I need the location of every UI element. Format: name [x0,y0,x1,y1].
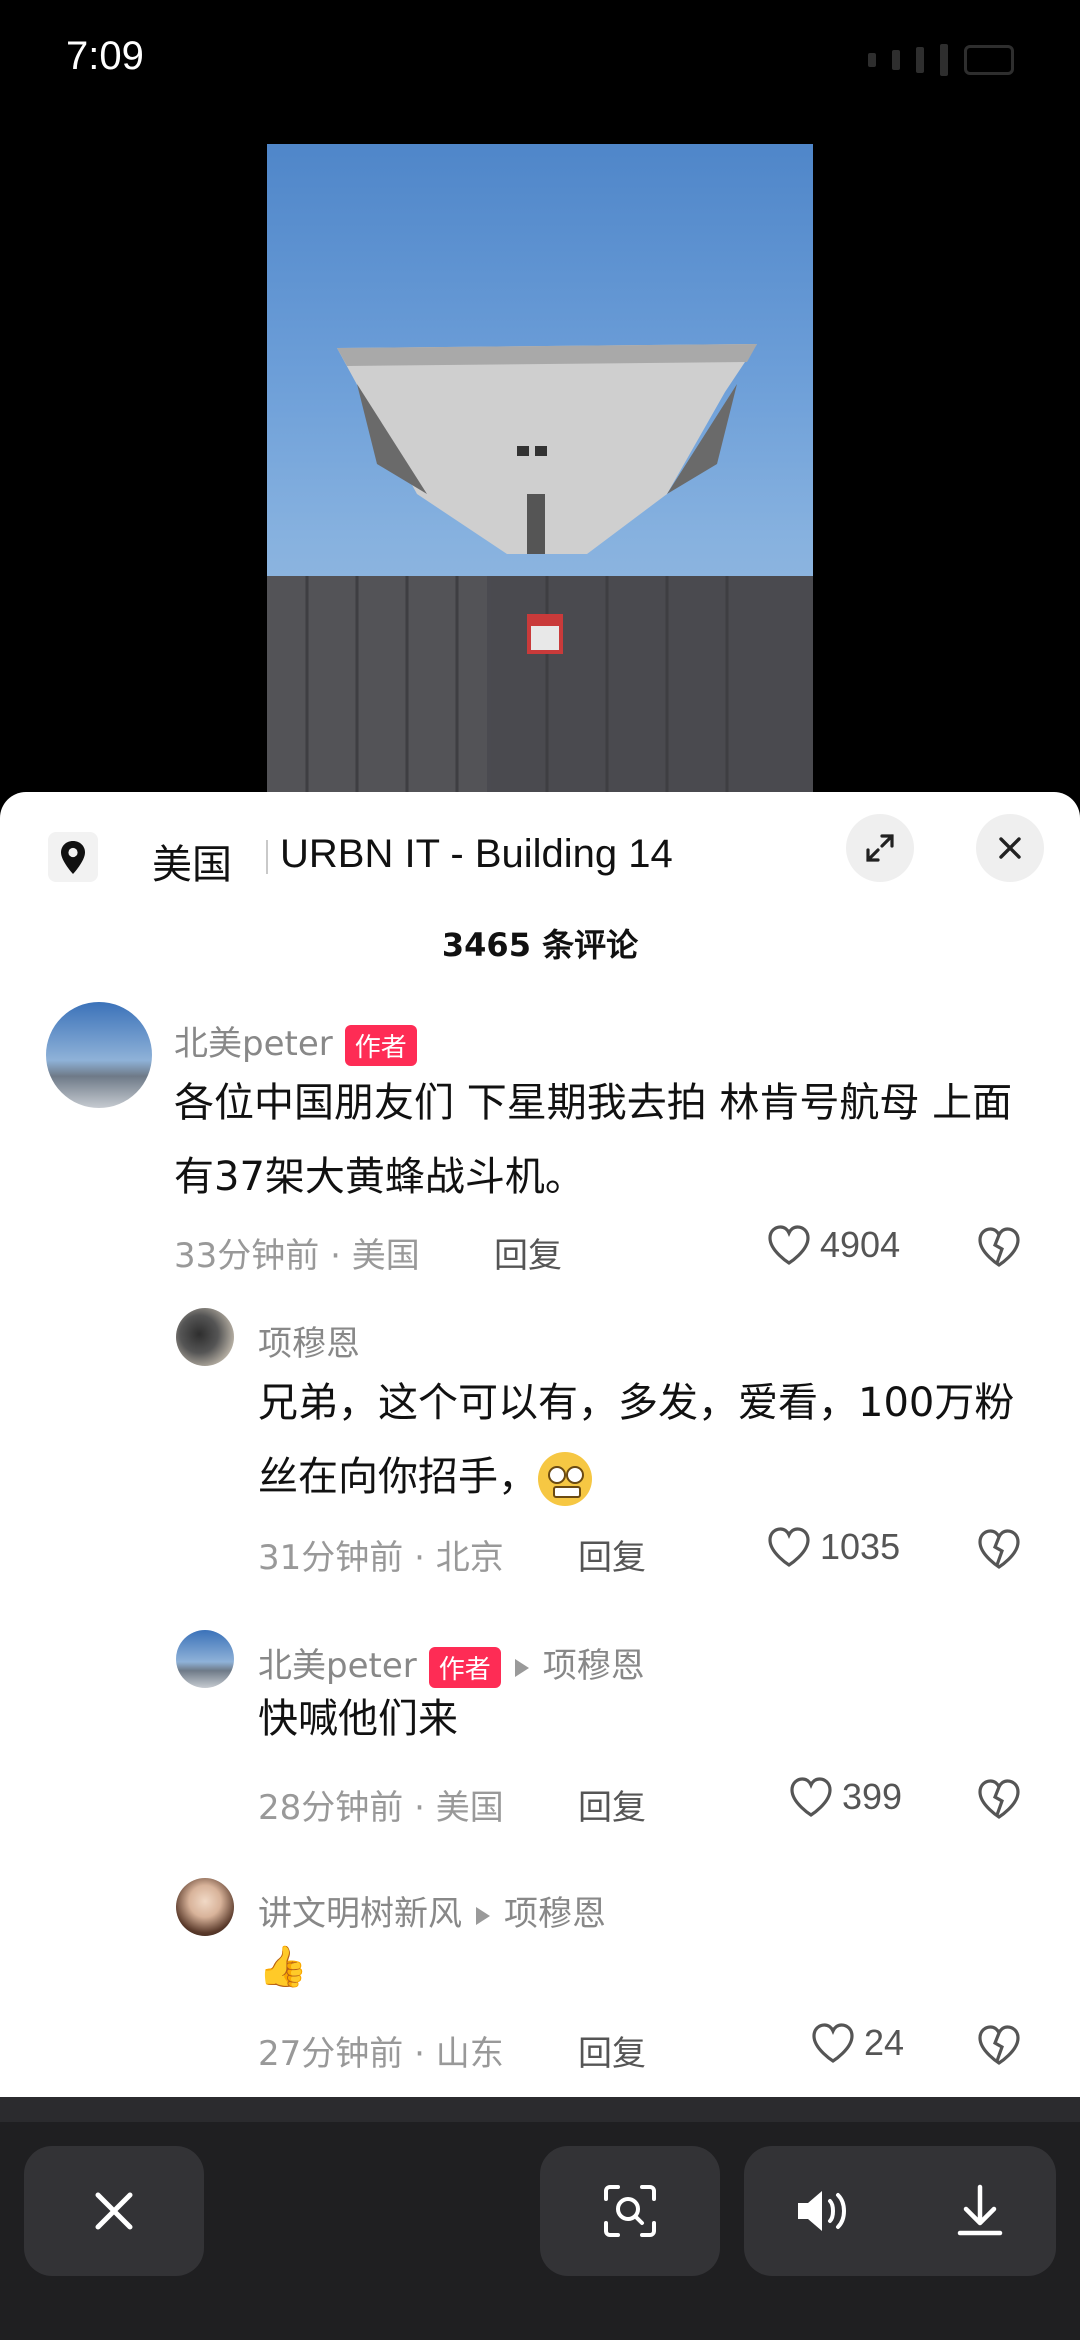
author-badge: 作者 [344,1025,417,1066]
location-country[interactable]: 美国 [152,832,232,890]
reply-button[interactable]: 回复 [578,1530,646,1579]
dislike-heart-icon[interactable] [976,1224,1022,1270]
status-time: 7:09 [66,34,144,78]
comments-sheet: 美国 URBN IT - Building 14 3465 条评论 北美pete… [0,792,1080,2122]
bottom-divider [0,2097,1080,2125]
reply-arrow-icon [514,1658,529,1677]
comment-meta: 31分钟前 · 北京 [258,1538,504,1578]
comment-text: 各位中国朋友们 下星期我去拍 林肯号航母 上面有37架大黄蜂战斗机。 [174,1080,1013,1200]
speaker-icon[interactable] [794,2185,854,2237]
dislike-heart-icon[interactable] [976,1776,1022,1822]
shipping-containers-image [267,576,813,794]
avatar[interactable] [176,1878,234,1936]
comment-username[interactable]: 北美peter 作者 [174,1016,417,1066]
expand-button[interactable] [846,814,914,882]
location-pin-icon [48,832,98,882]
heart-icon [812,2023,854,2063]
like-count: 24 [864,2022,905,2063]
search-scan-icon [604,2185,656,2237]
like-button[interactable]: 399 [788,1774,902,1820]
grinning-emoji-icon [538,1452,592,1506]
close-icon [999,837,1021,859]
like-button[interactable]: 1035 [766,1524,900,1570]
comment-username[interactable]: 项穆恩 [258,1316,360,1365]
download-icon[interactable] [954,2183,1006,2239]
close-viewer-button[interactable] [24,2146,204,2276]
heart-icon [768,1225,810,1265]
avatar[interactable] [176,1308,234,1366]
comment-meta: 27分钟前 · 山东 [258,2034,504,2074]
comment-reply-item: 项穆恩 兄弟，这个可以有，多发，爱看，100万粉丝在向你招手， 31分钟前 · … [0,1308,1080,1608]
comment-text: 👍 [258,1944,308,1990]
battery-icon [964,45,1014,75]
close-icon [95,2192,133,2230]
reply-button[interactable]: 回复 [494,1228,562,1277]
like-button[interactable]: 24 [810,2020,904,2066]
status-bar: 7:09 [0,0,1080,120]
avatar[interactable] [46,1002,152,1108]
location-place[interactable]: URBN IT - Building 14 [268,832,673,877]
like-button[interactable]: 4904 [766,1222,900,1268]
reply-button[interactable]: 回复 [578,2026,646,2075]
bottom-toolbar [0,2122,1080,2340]
aircraft-carrier-image [337,344,757,554]
comment-reply-item: 北美peter 作者 项穆恩 快喊他们来 28分钟前 · 美国 回复 399 [0,1630,1080,1830]
comment-reply-item: 讲文明树新风 项穆恩 👍 27分钟前 · 山东 回复 24 [0,1878,1080,2078]
status-icons [868,40,1014,80]
media-actions-group [744,2146,1056,2276]
comment-username[interactable]: 北美peter 作者 项穆恩 [258,1638,645,1688]
like-count: 399 [842,1776,903,1817]
heart-icon [790,1777,832,1817]
avatar[interactable] [176,1630,234,1688]
comment-username[interactable]: 讲文明树新风 项穆恩 [258,1886,606,1935]
comment-count: 3465 条评论 [441,926,639,964]
comment-item: 北美peter 作者 各位中国朋友们 下星期我去拍 林肯号航母 上面有37架大黄蜂… [0,1002,1080,1312]
comment-meta: 28分钟前 · 美国 [258,1788,504,1828]
video-player[interactable] [267,144,813,794]
like-count: 1035 [820,1526,901,1567]
like-count: 4904 [820,1224,901,1265]
comment-text: 兄弟，这个可以有，多发，爱看，100万粉丝在向你招手， [258,1366,1048,1514]
reply-arrow-icon [476,1906,490,1925]
visual-search-button[interactable] [540,2146,720,2276]
expand-icon [866,834,894,862]
heart-icon [768,1527,810,1567]
dislike-heart-icon[interactable] [976,2022,1022,2068]
close-comments-button[interactable] [976,814,1044,882]
dislike-heart-icon[interactable] [976,1526,1022,1572]
comment-text: 快喊他们来 [258,1696,458,1742]
reply-button[interactable]: 回复 [578,1780,646,1829]
comment-meta: 33分钟前 · 美国 [174,1236,420,1276]
comments-header: 美国 URBN IT - Building 14 [0,792,1080,912]
